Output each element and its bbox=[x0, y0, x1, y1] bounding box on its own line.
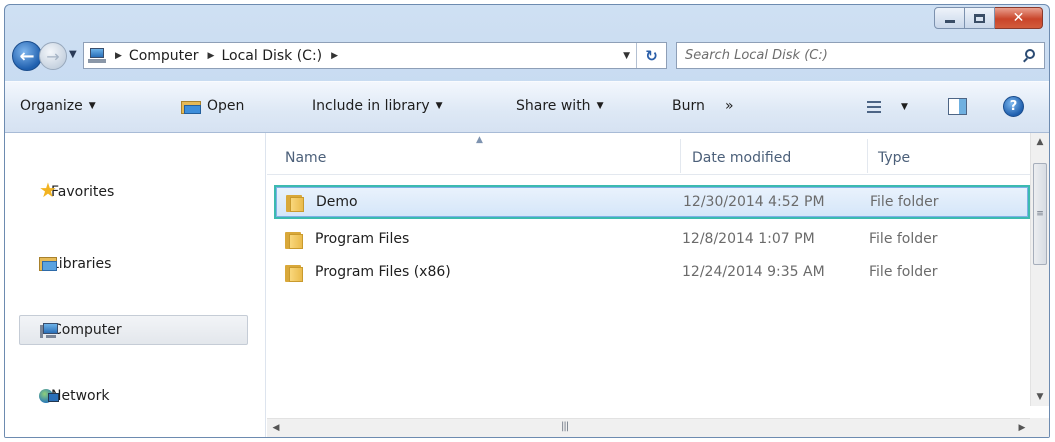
maximize-button[interactable] bbox=[965, 7, 995, 29]
scroll-up-icon[interactable]: ▲ bbox=[1031, 133, 1049, 151]
table-row[interactable]: Demo 12/30/2014 4:52 PM File folder bbox=[276, 187, 1028, 217]
open-button[interactable]: Open bbox=[181, 98, 244, 114]
organize-label: Organize bbox=[20, 98, 83, 114]
include-in-library-label: Include in library bbox=[312, 98, 430, 114]
close-button[interactable]: ✕ bbox=[995, 7, 1043, 29]
back-arrow-icon: ← bbox=[19, 45, 35, 67]
nav-item-libraries[interactable]: Libraries bbox=[19, 249, 248, 279]
back-button[interactable]: ← bbox=[12, 41, 42, 71]
nav-item-label: Network bbox=[51, 388, 110, 404]
breadcrumb-local-disk[interactable]: Local Disk (C:) bbox=[221, 48, 322, 64]
folder-icon bbox=[286, 195, 306, 212]
share-with-label: Share with bbox=[516, 98, 591, 114]
file-date-modified: 12/30/2014 4:52 PM bbox=[683, 194, 825, 210]
forward-button[interactable]: → bbox=[39, 42, 67, 70]
column-divider[interactable] bbox=[867, 139, 868, 173]
nav-item-network[interactable]: Network bbox=[19, 381, 248, 411]
breadcrumb-separator-icon[interactable]: ▶ bbox=[115, 51, 122, 61]
command-bar: Organize ▼ Open Include in library ▼ Sha… bbox=[5, 81, 1049, 133]
computer-icon bbox=[40, 323, 60, 339]
nav-item-label: Computer bbox=[52, 322, 122, 338]
burn-label: Burn bbox=[672, 98, 705, 114]
open-label: Open bbox=[207, 98, 245, 114]
scroll-right-icon[interactable]: ▶ bbox=[1013, 419, 1031, 437]
help-icon[interactable]: ? bbox=[1003, 96, 1024, 117]
nav-item-label: Libraries bbox=[51, 256, 112, 272]
table-row[interactable]: Program Files (x86) 12/24/2014 9:35 AM F… bbox=[276, 258, 1028, 288]
computer-icon bbox=[88, 47, 106, 64]
address-row: ← → ▼ ▶ Computer ▶ Local Disk (C:) ▶ ▼ ↻ bbox=[5, 39, 1049, 71]
breadcrumb-separator-icon[interactable]: ▶ bbox=[208, 51, 215, 61]
refresh-button[interactable]: ↻ bbox=[636, 43, 666, 68]
file-name: Program Files (x86) bbox=[315, 264, 451, 280]
view-options-dropdown-icon[interactable]: ▼ bbox=[901, 102, 908, 112]
organize-button[interactable]: Organize ▼ bbox=[20, 98, 96, 114]
horizontal-scrollbar[interactable]: ◀ ||| ▶ bbox=[267, 418, 1031, 437]
file-type: File folder bbox=[869, 231, 938, 247]
burn-button[interactable]: Burn bbox=[672, 98, 705, 114]
network-icon bbox=[39, 388, 59, 404]
recent-pages-dropdown[interactable]: ▼ bbox=[69, 49, 77, 60]
close-icon: ✕ bbox=[1012, 10, 1025, 26]
search-icon[interactable] bbox=[1018, 44, 1044, 68]
sort-ascending-icon: ▲ bbox=[476, 135, 483, 145]
refresh-icon: ↻ bbox=[645, 46, 658, 65]
file-name: Demo bbox=[316, 194, 358, 210]
caption-buttons: ✕ bbox=[934, 7, 1043, 29]
scrollbar-thumb[interactable]: ≡ bbox=[1033, 163, 1047, 265]
breadcrumb-separator-icon[interactable]: ▶ bbox=[331, 51, 338, 61]
search-box[interactable] bbox=[676, 42, 1045, 69]
forward-arrow-icon: → bbox=[46, 46, 60, 66]
explorer-window: ✕ ← → ▼ ▶ Computer ▶ Local Disk (C:) ▶ ▼… bbox=[4, 4, 1050, 438]
address-bar[interactable]: ▶ Computer ▶ Local Disk (C:) ▶ ▼ ↻ bbox=[83, 42, 667, 69]
address-dropdown-icon[interactable]: ▼ bbox=[623, 51, 630, 61]
file-type: File folder bbox=[869, 264, 938, 280]
column-divider[interactable] bbox=[680, 139, 681, 173]
nav-item-label: Favorites bbox=[51, 184, 115, 200]
more-commands-button[interactable]: » bbox=[725, 98, 734, 114]
share-with-button[interactable]: Share with ▼ bbox=[516, 98, 603, 114]
file-type: File folder bbox=[870, 194, 939, 210]
scrollbar-grip[interactable]: ||| bbox=[561, 421, 569, 432]
file-name: Program Files bbox=[315, 231, 410, 247]
folder-icon bbox=[285, 265, 305, 282]
vertical-scrollbar[interactable]: ▲ ≡ ▼ bbox=[1030, 133, 1049, 406]
file-date-modified: 12/8/2014 1:07 PM bbox=[682, 231, 815, 247]
chevron-down-icon: ▼ bbox=[596, 101, 604, 111]
change-view-icon[interactable] bbox=[867, 101, 881, 113]
main-area: ★ Favorites Libraries Computer Network ▲… bbox=[5, 133, 1049, 437]
scroll-left-icon[interactable]: ◀ bbox=[267, 419, 285, 437]
star-icon: ★ bbox=[39, 178, 57, 202]
nav-item-computer[interactable]: Computer bbox=[19, 315, 248, 345]
file-list: ▲ Name Date modified Type Demo 12/30/201… bbox=[267, 133, 1031, 437]
column-headers: ▲ Name Date modified Type bbox=[267, 133, 1031, 175]
minimize-icon bbox=[944, 20, 955, 23]
table-row[interactable]: Program Files 12/8/2014 1:07 PM File fol… bbox=[276, 225, 1028, 255]
scrollbar-corner bbox=[1030, 418, 1049, 437]
maximize-icon bbox=[974, 13, 985, 23]
column-header-date-modified[interactable]: Date modified bbox=[692, 150, 791, 166]
folder-icon bbox=[285, 232, 305, 249]
more-commands-icon: » bbox=[725, 98, 734, 114]
scroll-down-icon[interactable]: ▼ bbox=[1031, 388, 1049, 406]
libraries-icon bbox=[39, 256, 59, 272]
nav-item-favorites[interactable]: ★ Favorites bbox=[19, 177, 248, 207]
open-folder-icon bbox=[181, 99, 201, 114]
minimize-button[interactable] bbox=[934, 7, 965, 29]
chevron-down-icon: ▼ bbox=[88, 101, 96, 111]
include-in-library-button[interactable]: Include in library ▼ bbox=[312, 98, 443, 114]
breadcrumb-computer[interactable]: Computer bbox=[129, 48, 199, 64]
column-header-type[interactable]: Type bbox=[878, 150, 910, 166]
chevron-down-icon: ▼ bbox=[435, 101, 443, 111]
preview-pane-icon[interactable] bbox=[948, 98, 967, 115]
navigation-pane: ★ Favorites Libraries Computer Network bbox=[5, 133, 266, 437]
search-input[interactable] bbox=[677, 43, 1018, 68]
file-date-modified: 12/24/2014 9:35 AM bbox=[682, 264, 825, 280]
column-header-name[interactable]: Name bbox=[285, 150, 326, 166]
